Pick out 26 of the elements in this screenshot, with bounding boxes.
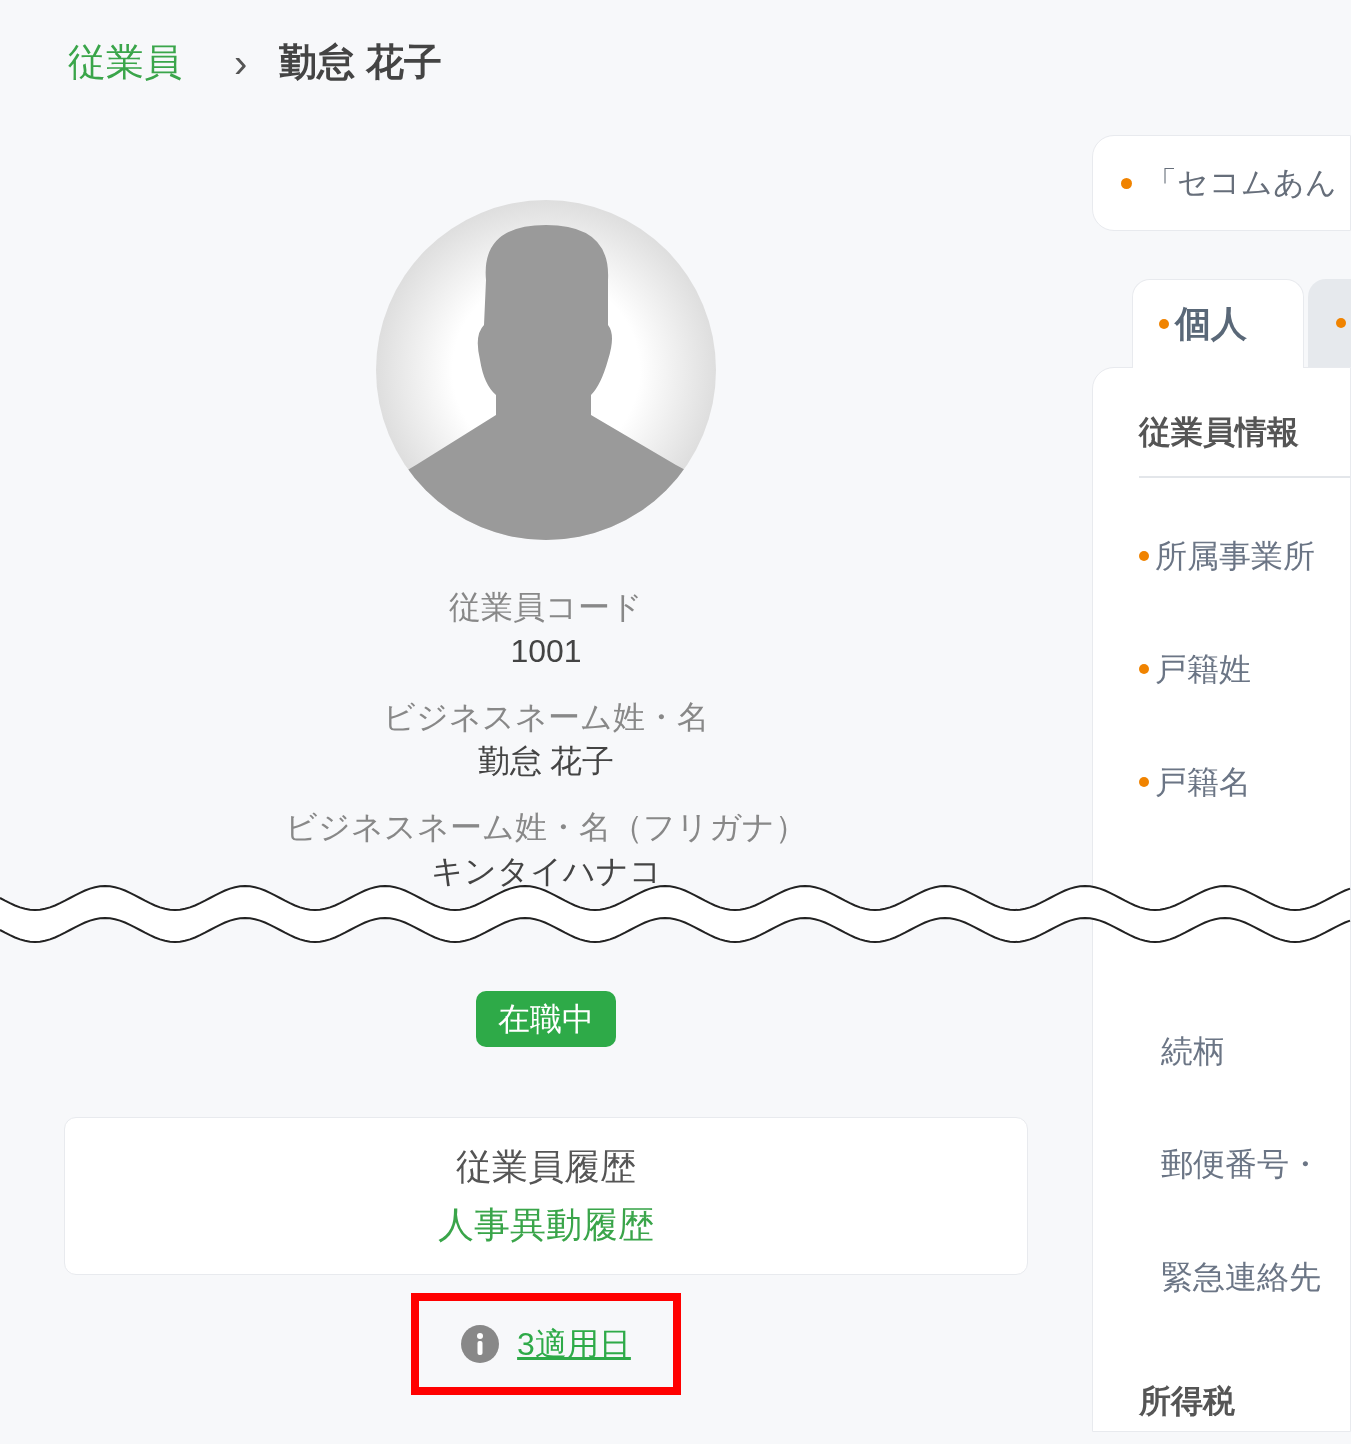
field-label: 緊急連絡先 — [1160, 1258, 1322, 1297]
breadcrumb-link[interactable]: 従業員 — [68, 34, 182, 91]
field-label: 郵便番号・ — [1160, 1145, 1322, 1184]
field-label: 戸籍姓 — [1139, 647, 1350, 691]
section-title: 従業員情報 — [1139, 408, 1350, 478]
applied-dates-link[interactable]: 3適用日 — [517, 1320, 631, 1368]
status-badge: 在職中 — [476, 991, 616, 1047]
page-title: 勤怠 花子 — [279, 40, 442, 85]
field-label: 所属事業所 — [1139, 534, 1350, 578]
card-title: 従業員履歴 — [456, 1145, 636, 1189]
tab[interactable]: 個人 — [1132, 279, 1304, 368]
bullet-icon — [1121, 177, 1132, 189]
field-value: キンタイハナコ — [430, 852, 662, 891]
field-label: ビジネスネーム姓・名（フリガナ） — [285, 808, 807, 847]
section-title: 所得税 — [1139, 1382, 1236, 1421]
info-icon — [461, 1325, 500, 1363]
field-label: ビジネスネーム姓・名 — [383, 698, 709, 737]
notice-text: 「セコムあん — [1146, 163, 1337, 202]
field-label: 従業員コード — [449, 588, 643, 627]
chevron-icon: › — [234, 32, 248, 93]
history-link[interactable]: 人事異動履歴 — [438, 1198, 654, 1252]
field-label: 続柄 — [1160, 1032, 1226, 1071]
field-value: 勤怠 花子 — [477, 742, 615, 781]
avatar-icon — [376, 200, 716, 540]
field-value: 1001 — [510, 632, 582, 671]
field-label: 戸籍名 — [1139, 760, 1350, 804]
